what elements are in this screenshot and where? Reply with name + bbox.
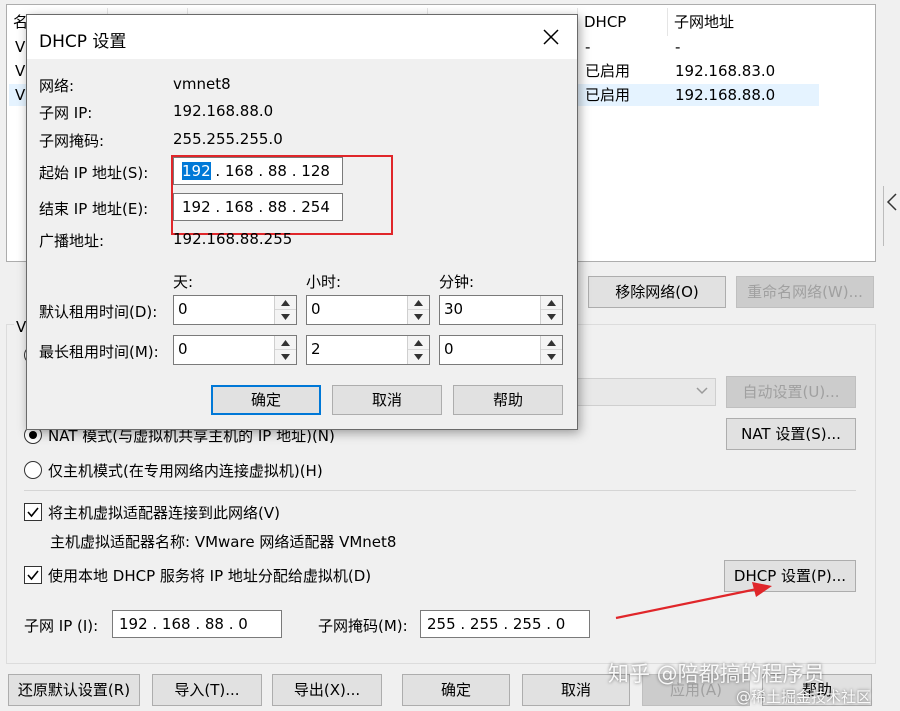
dialog-ok-button[interactable]: 确定: [211, 385, 321, 415]
default-lease-hours-spinner[interactable]: 0: [306, 295, 430, 325]
default-lease-days-spinner[interactable]: 0: [173, 295, 297, 325]
rename-network-button[interactable]: 重命名网络(W)...: [736, 276, 874, 308]
auto-settings-button[interactable]: 自动设置(U)...: [726, 376, 856, 408]
table-cell-dhcp[interactable]: 已启用: [585, 84, 630, 106]
caret-up-icon: [414, 300, 423, 306]
column-header-dhcp[interactable]: DHCP: [577, 8, 626, 36]
broadcast-value: 192.168.88.255: [173, 230, 293, 248]
spin-down-button[interactable]: [541, 350, 562, 364]
column-header-subnet[interactable]: 子网地址: [667, 8, 734, 36]
max-lease-label: 最长租用时间(M):: [39, 343, 159, 361]
red-arrow-annotation: [615, 582, 772, 620]
max-lease-hours-value: 2: [311, 340, 321, 358]
spin-down-button[interactable]: [275, 350, 296, 364]
caret-down-icon: [281, 314, 290, 320]
chevron-left-icon: [886, 193, 897, 211]
default-lease-hours-value: 0: [311, 300, 321, 318]
max-lease-minutes-spinner[interactable]: 0: [439, 335, 563, 365]
restore-defaults-button[interactable]: 还原默认设置(R): [8, 674, 140, 706]
dialog-cancel-button[interactable]: 取消: [332, 385, 442, 415]
end-ip-label: 结束 IP 地址(E):: [39, 200, 149, 218]
checkmark-icon: [27, 570, 39, 581]
dialog-title: DHCP 设置: [39, 32, 127, 52]
host-only-mode-label[interactable]: 仅主机模式(在专用网络内连接虚拟机)(H): [48, 460, 323, 481]
remove-network-button[interactable]: 移除网络(O): [588, 276, 726, 308]
spin-down-button[interactable]: [408, 310, 429, 324]
connect-adapter-label[interactable]: 将主机虚拟适配器连接到此网络(V): [48, 502, 280, 523]
start-ip-label: 起始 IP 地址(S):: [39, 164, 149, 182]
default-lease-label: 默认租用时间(D):: [39, 303, 158, 321]
export-button[interactable]: 导出(X)...: [272, 674, 382, 706]
max-lease-hours-spinner[interactable]: 2: [306, 335, 430, 365]
caret-up-icon: [547, 340, 556, 346]
caret-up-icon: [547, 300, 556, 306]
subnet-ip-value: 192.168.88.0: [173, 102, 274, 120]
watermark-juejin: @稀土掘金技术社区: [736, 688, 872, 706]
adapter-name-text: 主机虚拟适配器名称: VMware 网络适配器 VMnet8: [50, 533, 397, 551]
use-dhcp-label[interactable]: 使用本地 DHCP 服务将 IP 地址分配给虚拟机(D): [48, 565, 371, 586]
connect-adapter-checkbox[interactable]: [24, 503, 42, 521]
spin-down-button[interactable]: [275, 310, 296, 324]
table-cell-dhcp[interactable]: -: [585, 36, 590, 58]
caret-down-icon: [547, 314, 556, 320]
table-cell-subnet[interactable]: -: [675, 36, 680, 58]
subnet-ip-label: 子网 IP (I):: [24, 617, 99, 635]
table-cell-dhcp[interactable]: 已启用: [585, 60, 630, 82]
network-label: 网络:: [39, 77, 75, 95]
minutes-column-label: 分钟:: [439, 273, 475, 291]
subnet-ip-label: 子网 IP:: [39, 104, 93, 122]
subnet-mask-label: 子网掩码:: [39, 132, 105, 150]
caret-down-icon: [414, 354, 423, 360]
watermark-zhihu: 知乎 @陪都搞的程序员: [608, 662, 825, 686]
spin-down-button[interactable]: [541, 310, 562, 324]
spin-up-button[interactable]: [408, 336, 429, 350]
spin-up-button[interactable]: [275, 296, 296, 310]
max-lease-days-spinner[interactable]: 0: [173, 335, 297, 365]
max-lease-days-value: 0: [178, 340, 188, 358]
default-lease-days-value: 0: [178, 300, 188, 318]
broadcast-label: 广播地址:: [39, 232, 105, 250]
dhcp-settings-dialog: DHCP 设置 网络: vmnet8 子网 IP: 192.168.88.0 子…: [26, 14, 578, 430]
caret-up-icon: [281, 340, 290, 346]
spin-up-button[interactable]: [541, 336, 562, 350]
close-button[interactable]: [537, 23, 565, 51]
caret-down-icon: [547, 354, 556, 360]
spin-up-button[interactable]: [408, 296, 429, 310]
dialog-help-button[interactable]: 帮助: [453, 385, 563, 415]
spin-up-button[interactable]: [275, 336, 296, 350]
ok-button[interactable]: 确定: [402, 674, 510, 706]
table-cell-subnet[interactable]: 192.168.88.0: [675, 84, 775, 106]
subnet-mask-value: 255.255.255.0: [173, 130, 283, 148]
default-lease-minutes-value: 30: [444, 300, 464, 318]
dialog-title-bar[interactable]: DHCP 设置: [27, 15, 577, 59]
divider: [24, 490, 856, 491]
nat-settings-button[interactable]: NAT 设置(S)...: [726, 418, 856, 450]
days-column-label: 天:: [173, 273, 194, 291]
spin-down-button[interactable]: [408, 350, 429, 364]
highlight-box-annotation: [171, 155, 393, 235]
hours-column-label: 小时:: [306, 273, 342, 291]
use-dhcp-checkbox[interactable]: [24, 566, 42, 584]
table-cell-subnet[interactable]: 192.168.83.0: [675, 60, 775, 82]
subnet-mask-input[interactable]: 255 . 255 . 255 . 0: [420, 610, 590, 638]
subnet-ip-input[interactable]: 192 . 168 . 88 . 0: [112, 610, 282, 638]
subnet-mask-label: 子网掩码(M):: [318, 617, 408, 635]
checkmark-icon: [27, 507, 39, 518]
import-button[interactable]: 导入(T)...: [152, 674, 262, 706]
scroll-left-arrow[interactable]: [883, 186, 900, 246]
caret-down-icon: [281, 354, 290, 360]
caret-down-icon: [414, 314, 423, 320]
caret-up-icon: [414, 340, 423, 346]
spin-up-button[interactable]: [541, 296, 562, 310]
network-value: vmnet8: [173, 75, 231, 93]
close-icon: [543, 29, 559, 45]
chevron-down-icon: [695, 383, 709, 401]
host-only-mode-radio[interactable]: [24, 461, 42, 479]
max-lease-minutes-value: 0: [444, 340, 454, 358]
caret-up-icon: [281, 300, 290, 306]
default-lease-minutes-spinner[interactable]: 30: [439, 295, 563, 325]
